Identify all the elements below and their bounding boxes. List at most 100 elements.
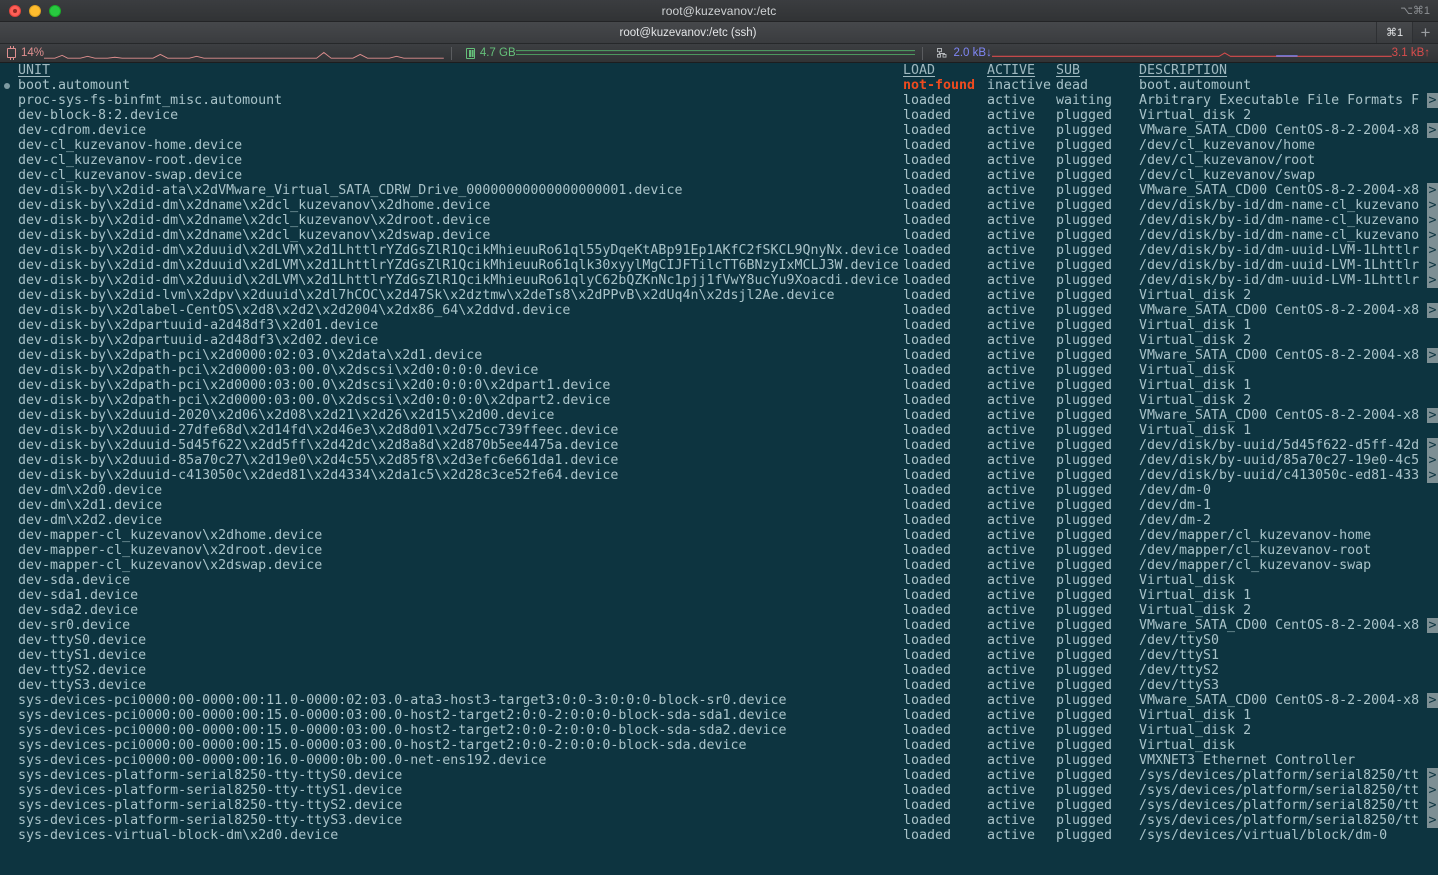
- cell-sub: plugged: [1056, 678, 1112, 693]
- tab-ssh-session[interactable]: root@kuzevanov:/etc (ssh): [0, 22, 1376, 43]
- table-row[interactable]: dev-disk-by\x2duuid-2020\x2d06\x2d08\x2d…: [0, 408, 1438, 423]
- cell-unit: sys-devices-pci0000:00-0000:00:15.0-0000…: [18, 708, 787, 723]
- cell-description: /sys/devices/virtual/block/dm-0: [1139, 828, 1387, 843]
- table-row[interactable]: sys-devices-platform-serial8250-tty-ttyS…: [0, 768, 1438, 783]
- table-row[interactable]: dev-block-8:2.deviceloadedactivepluggedV…: [0, 108, 1438, 123]
- table-row[interactable]: dev-cl_kuzevanov-swap.deviceloadedactive…: [0, 168, 1438, 183]
- table-row[interactable]: dev-disk-by\x2duuid-5d45f622\x2dd5ff\x2d…: [0, 438, 1438, 453]
- network-metric[interactable]: 2.0 kB↓: [930, 44, 991, 62]
- table-row[interactable]: sys-devices-platform-serial8250-tty-ttyS…: [0, 783, 1438, 798]
- network-icon: [937, 48, 948, 59]
- cell-unit: dev-disk-by\x2dpath-pci\x2d0000:03:00.0\…: [18, 363, 538, 378]
- cell-description: Virtual_disk 1: [1139, 588, 1251, 603]
- cell-load: loaded: [903, 423, 951, 438]
- table-row[interactable]: boot.automountnot-foundinactivedeadboot.…: [0, 78, 1438, 93]
- line-truncation-marker: >: [1427, 693, 1438, 708]
- table-row[interactable]: dev-disk-by\x2did-dm\x2duuid\x2dLVM\x2d1…: [0, 273, 1438, 288]
- table-row[interactable]: dev-disk-by\x2did-dm\x2dname\x2dcl_kuzev…: [0, 213, 1438, 228]
- cell-unit: dev-sda1.device: [18, 588, 138, 603]
- table-row[interactable]: dev-disk-by\x2duuid-c413050c\x2ded81\x2d…: [0, 468, 1438, 483]
- table-row[interactable]: dev-disk-by\x2duuid-27dfe68d\x2d14fd\x2d…: [0, 423, 1438, 438]
- cell-sub: plugged: [1056, 513, 1112, 528]
- table-row[interactable]: dev-disk-by\x2did-lvm\x2dpv\x2duuid\x2dl…: [0, 288, 1438, 303]
- table-row[interactable]: dev-disk-by\x2dpartuuid-a2d48df3\x2d02.d…: [0, 333, 1438, 348]
- cell-load: loaded: [903, 393, 951, 408]
- cell-description: Virtual_disk: [1139, 363, 1235, 378]
- new-tab-button[interactable]: +: [1412, 22, 1438, 43]
- table-row[interactable]: sys-devices-platform-serial8250-tty-ttyS…: [0, 798, 1438, 813]
- network-sparkline: [992, 44, 1392, 62]
- table-row[interactable]: dev-disk-by\x2did-dm\x2duuid\x2dLVM\x2d1…: [0, 243, 1438, 258]
- table-row[interactable]: dev-ttyS1.deviceloadedactiveplugged/dev/…: [0, 648, 1438, 663]
- cpu-metric[interactable]: 14%: [0, 44, 44, 62]
- cell-active: active: [987, 243, 1035, 258]
- table-row[interactable]: dev-dm\x2d1.deviceloadedactiveplugged/de…: [0, 498, 1438, 513]
- table-row[interactable]: dev-disk-by\x2did-dm\x2duuid\x2dLVM\x2d1…: [0, 258, 1438, 273]
- cell-load: loaded: [903, 318, 951, 333]
- table-row[interactable]: dev-disk-by\x2dpath-pci\x2d0000:02:03.0\…: [0, 348, 1438, 363]
- table-row[interactable]: sys-devices-pci0000:00-0000:00:16.0-0000…: [0, 753, 1438, 768]
- table-row[interactable]: dev-disk-by\x2did-ata\x2dVMware_Virtual_…: [0, 183, 1438, 198]
- terminal-body[interactable]: UNITLOADACTIVESUBDESCRIPTIONboot.automou…: [0, 63, 1438, 875]
- cell-unit: dev-disk-by\x2did-dm\x2dname\x2dcl_kuzev…: [18, 213, 490, 228]
- cell-active: active: [987, 513, 1035, 528]
- table-row[interactable]: sys-devices-platform-serial8250-tty-ttyS…: [0, 813, 1438, 828]
- table-row[interactable]: dev-mapper-cl_kuzevanov\x2dhome.devicelo…: [0, 528, 1438, 543]
- table-row[interactable]: dev-dm\x2d2.deviceloadedactiveplugged/de…: [0, 513, 1438, 528]
- table-row[interactable]: sys-devices-virtual-block-dm\x2d0.device…: [0, 828, 1438, 843]
- cell-sub: plugged: [1056, 483, 1112, 498]
- table-row[interactable]: dev-dm\x2d0.deviceloadedactiveplugged/de…: [0, 483, 1438, 498]
- table-row[interactable]: dev-disk-by\x2dpath-pci\x2d0000:03:00.0\…: [0, 393, 1438, 408]
- cell-sub: plugged: [1056, 693, 1112, 708]
- table-row[interactable]: dev-ttyS0.deviceloadedactiveplugged/dev/…: [0, 633, 1438, 648]
- cell-load: loaded: [903, 378, 951, 393]
- table-row[interactable]: sys-devices-pci0000:00-0000:00:15.0-0000…: [0, 708, 1438, 723]
- cell-description: Virtual_disk 2: [1139, 333, 1251, 348]
- cell-unit: dev-disk-by\x2dpartuuid-a2d48df3\x2d02.d…: [18, 333, 378, 348]
- cell-description: /dev/mapper/cl_kuzevanov-swap: [1139, 558, 1371, 573]
- table-row[interactable]: dev-ttyS3.deviceloadedactiveplugged/dev/…: [0, 678, 1438, 693]
- table-row[interactable]: dev-disk-by\x2dpath-pci\x2d0000:03:00.0\…: [0, 378, 1438, 393]
- table-row[interactable]: dev-disk-by\x2dpartuuid-a2d48df3\x2d01.d…: [0, 318, 1438, 333]
- table-row[interactable]: dev-disk-by\x2did-dm\x2dname\x2dcl_kuzev…: [0, 228, 1438, 243]
- cell-active: active: [987, 438, 1035, 453]
- cell-unit: dev-sda2.device: [18, 603, 138, 618]
- table-row[interactable]: dev-sr0.deviceloadedactivepluggedVMware_…: [0, 618, 1438, 633]
- cell-active: active: [987, 633, 1035, 648]
- cell-load: loaded: [903, 558, 951, 573]
- cell-sub: plugged: [1056, 738, 1112, 753]
- cell-unit: dev-dm\x2d0.device: [18, 483, 162, 498]
- table-row[interactable]: dev-disk-by\x2dlabel-CentOS\x2d8\x2d2\x2…: [0, 303, 1438, 318]
- table-row[interactable]: dev-sda1.deviceloadedactivepluggedVirtua…: [0, 588, 1438, 603]
- cell-sub: plugged: [1056, 573, 1112, 588]
- table-row[interactable]: dev-cl_kuzevanov-home.deviceloadedactive…: [0, 138, 1438, 153]
- table-row[interactable]: sys-devices-pci0000:00-0000:00:15.0-0000…: [0, 723, 1438, 738]
- cell-active: active: [987, 363, 1035, 378]
- cell-load: loaded: [903, 528, 951, 543]
- table-row[interactable]: dev-sda2.deviceloadedactivepluggedVirtua…: [0, 603, 1438, 618]
- table-row[interactable]: proc-sys-fs-binfmt_misc.automountloadeda…: [0, 93, 1438, 108]
- table-row[interactable]: dev-cdrom.deviceloadedactivepluggedVMwar…: [0, 123, 1438, 138]
- cell-sub: plugged: [1056, 243, 1112, 258]
- cpu-chip-icon: [7, 48, 16, 58]
- table-row[interactable]: dev-mapper-cl_kuzevanov\x2dswap.devicelo…: [0, 558, 1438, 573]
- table-row[interactable]: dev-sda.deviceloadedactivepluggedVirtual…: [0, 573, 1438, 588]
- table-row[interactable]: dev-disk-by\x2duuid-85a70c27\x2d19e0\x2d…: [0, 453, 1438, 468]
- cell-active: active: [987, 603, 1035, 618]
- cell-load: loaded: [903, 213, 951, 228]
- memory-metric[interactable]: 4.7 GB: [459, 44, 516, 62]
- table-row[interactable]: dev-mapper-cl_kuzevanov\x2droot.devicelo…: [0, 543, 1438, 558]
- table-row[interactable]: dev-disk-by\x2dpath-pci\x2d0000:03:00.0\…: [0, 363, 1438, 378]
- table-row[interactable]: sys-devices-pci0000:00-0000:00:11.0-0000…: [0, 693, 1438, 708]
- cell-active: active: [987, 813, 1035, 828]
- metric-divider-1: [451, 47, 452, 60]
- table-row[interactable]: dev-disk-by\x2did-dm\x2dname\x2dcl_kuzev…: [0, 198, 1438, 213]
- cell-sub: plugged: [1056, 663, 1112, 678]
- cell-unit: dev-sr0.device: [18, 618, 130, 633]
- cell-unit: sys-devices-platform-serial8250-tty-ttyS…: [18, 768, 402, 783]
- table-row[interactable]: sys-devices-pci0000:00-0000:00:15.0-0000…: [0, 738, 1438, 753]
- cell-unit: dev-disk-by\x2duuid-27dfe68d\x2d14fd\x2d…: [18, 423, 618, 438]
- cell-unit: sys-devices-pci0000:00-0000:00:15.0-0000…: [18, 738, 747, 753]
- table-row[interactable]: dev-cl_kuzevanov-root.deviceloadedactive…: [0, 153, 1438, 168]
- table-row[interactable]: dev-ttyS2.deviceloadedactiveplugged/dev/…: [0, 663, 1438, 678]
